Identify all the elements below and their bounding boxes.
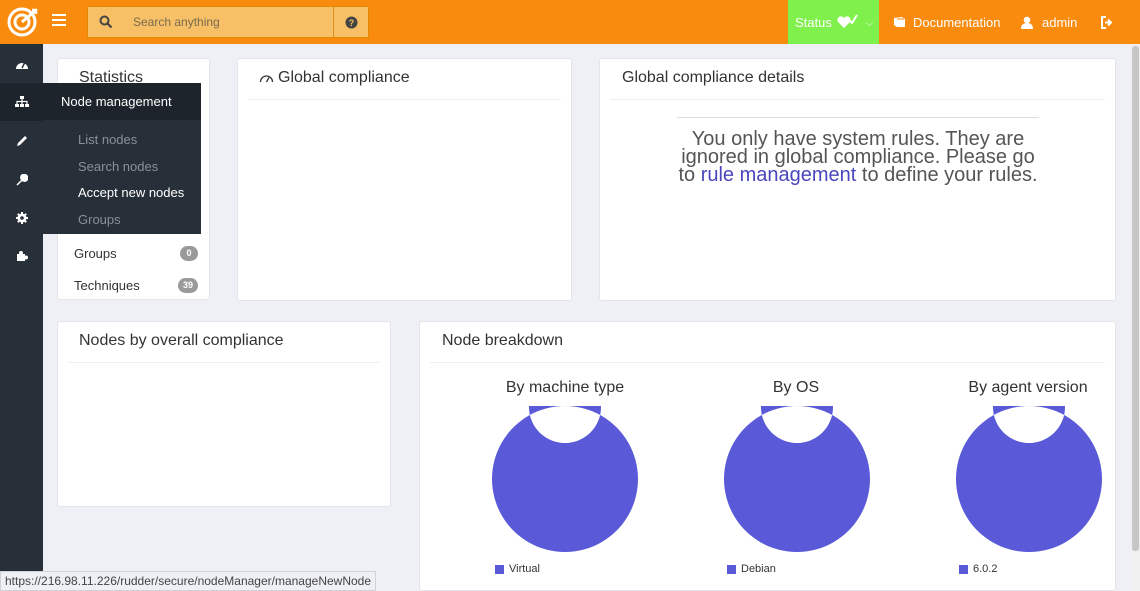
documentation-label: Documentation: [913, 14, 1001, 30]
top-navbar: ? Status ⌵ Documentation admin: [0, 0, 1140, 44]
submenu-title[interactable]: Node management: [43, 83, 201, 120]
divider: [248, 99, 561, 100]
panel-title: Global compliance: [259, 69, 410, 87]
browser-status-url: https://216.98.11.226/rudder/secure/node…: [0, 571, 377, 591]
heart-check-icon: [837, 14, 858, 28]
legend-swatch: [727, 564, 736, 574]
legend-label: 6.0.2: [973, 563, 998, 575]
gauge-icon: [259, 75, 274, 83]
sidebar: [0, 44, 43, 591]
settings-gear-icon[interactable]: [0, 199, 43, 237]
search-icon[interactable]: [88, 7, 124, 37]
compliance-details-panel: Global compliance details You only have …: [599, 58, 1116, 301]
pencil-icon[interactable]: [0, 122, 43, 160]
count-badge: 39: [177, 278, 198, 293]
chart-title-agent-version: By agent version: [968, 379, 1088, 396]
panel-title: Global compliance details: [622, 69, 805, 86]
legend-agent-version: 6.0.2: [959, 563, 997, 575]
submenu-item-accept-new-nodes[interactable]: Accept new nodes: [43, 180, 201, 207]
status-menu[interactable]: Status ⌵: [788, 0, 879, 44]
legend-machine-type: Virtual: [495, 563, 540, 575]
svg-text:?: ?: [348, 18, 354, 28]
dashboard-icon[interactable]: [0, 45, 43, 83]
message-text: to define your rules.: [856, 164, 1038, 186]
wrench-icon[interactable]: [0, 161, 43, 199]
search-box: ?: [87, 6, 369, 38]
divider: [610, 99, 1105, 100]
rudder-logo-icon: [7, 7, 37, 37]
stat-label: Techniques: [74, 278, 140, 293]
panel-title-text: Global compliance: [278, 69, 410, 86]
stat-row-groups[interactable]: Groups 0: [74, 246, 198, 261]
donut-slice-debian[interactable]: [724, 406, 870, 552]
donut-slice-virtual[interactable]: [492, 406, 638, 552]
legend-label: Debian: [741, 563, 776, 575]
rule-management-link[interactable]: rule management: [701, 164, 857, 186]
system-rules-message: You only have system rules. They are ign…: [677, 117, 1039, 186]
stat-label: Groups: [74, 246, 117, 261]
rudder-logo[interactable]: [0, 0, 43, 44]
count-badge: 0: [180, 246, 198, 261]
chevron-down-icon: ⌵: [866, 18, 873, 28]
legend-label: Virtual: [509, 563, 540, 575]
global-compliance-panel: Global compliance: [237, 58, 572, 301]
divider: [430, 362, 1105, 363]
sitemap-icon[interactable]: [0, 83, 43, 121]
logout-icon[interactable]: [1100, 0, 1114, 44]
submenu-item-groups[interactable]: Groups: [43, 207, 201, 234]
stat-row-techniques[interactable]: Techniques 39: [74, 278, 198, 293]
panel-title: Nodes by overall compliance: [79, 332, 284, 349]
help-question-icon[interactable]: ?: [333, 7, 368, 37]
node-management-submenu: Node management List nodes Search nodes …: [43, 83, 201, 234]
chart-title-os: By OS: [772, 379, 820, 396]
status-label: Status: [795, 14, 832, 30]
submenu-item-search-nodes[interactable]: Search nodes: [43, 154, 201, 181]
page-scrollbar[interactable]: [1131, 44, 1140, 591]
menu-toggle-icon[interactable]: [52, 14, 66, 28]
legend-swatch: [495, 564, 504, 574]
user-icon: [1021, 16, 1033, 29]
documentation-link[interactable]: Documentation: [893, 0, 1000, 44]
scrollbar-thumb[interactable]: [1132, 46, 1139, 551]
donut-slice-6-0-2[interactable]: [956, 406, 1102, 552]
book-icon: [894, 17, 905, 27]
legend-os: Debian: [727, 563, 776, 575]
user-menu[interactable]: admin: [1021, 0, 1077, 44]
panel-title: Node breakdown: [442, 332, 563, 349]
legend-swatch: [959, 564, 968, 574]
plugin-puzzle-icon[interactable]: [0, 237, 43, 275]
submenu-item-list-nodes[interactable]: List nodes: [43, 127, 201, 154]
donut-agent-version[interactable]: [956, 406, 1102, 552]
donut-os[interactable]: [724, 406, 870, 552]
divider: [68, 362, 380, 363]
node-breakdown-panel: Node breakdown By machine type Virtual B…: [419, 321, 1116, 591]
search-input[interactable]: [124, 7, 334, 37]
chart-title-machine-type: By machine type: [505, 379, 625, 396]
nodes-by-compliance-panel: Nodes by overall compliance: [57, 321, 391, 507]
user-name: admin: [1042, 14, 1078, 30]
donut-machine-type[interactable]: [492, 406, 638, 552]
